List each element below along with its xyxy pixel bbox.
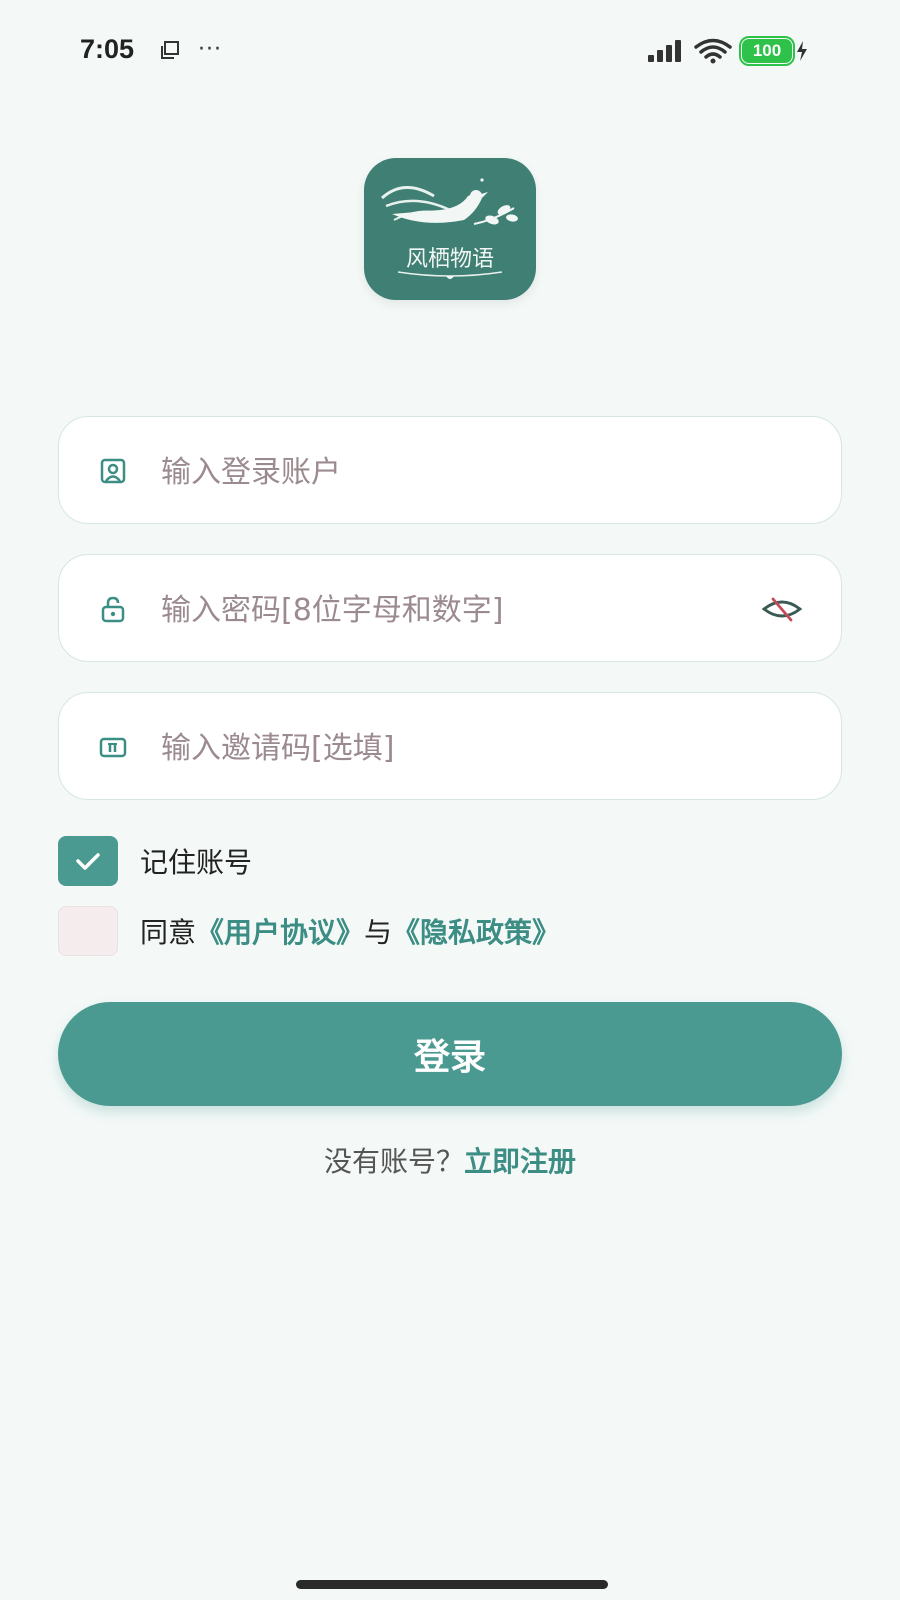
status-indicators: 100	[646, 36, 808, 66]
privacy-policy-link[interactable]: 《隐私政策》	[392, 916, 560, 949]
agreement-text: 同意《用户协议》与《隐私政策》	[140, 911, 560, 951]
agreement-prefix: 同意	[140, 916, 197, 949]
password-input[interactable]	[159, 577, 723, 643]
remember-checkbox[interactable]	[58, 836, 118, 886]
home-indicator[interactable]	[296, 1580, 608, 1589]
account-field[interactable]	[58, 416, 842, 524]
remember-label: 记住账号	[140, 846, 253, 879]
agreement-checkbox[interactable]	[58, 906, 118, 956]
user-agreement-link[interactable]: 《用户协议》	[196, 916, 364, 949]
agreement-conjunction: 与	[364, 916, 393, 949]
more-dots-icon: ···	[198, 37, 222, 62]
ticket-icon	[99, 737, 127, 758]
battery-indicator: 100	[739, 36, 808, 66]
register-link[interactable]: 立即注册	[464, 1145, 576, 1178]
remember-row[interactable]: 记住账号	[58, 836, 252, 886]
agreement-row[interactable]: 同意《用户协议》与《隐私政策》	[58, 906, 560, 956]
lock-icon	[101, 596, 125, 623]
invite-field[interactable]	[58, 692, 842, 800]
bird-logo-icon: 风栖物语	[380, 178, 518, 279]
register-row: 没有账号？立即注册	[0, 1140, 900, 1180]
register-prompt: 没有账号？	[323, 1145, 464, 1178]
eye-hidden-icon[interactable]	[761, 593, 803, 625]
signal-icon	[648, 40, 681, 62]
status-bar: 7:05 ··· 100	[0, 0, 900, 100]
password-field[interactable]	[58, 554, 842, 662]
screen-copy-icon	[161, 41, 179, 59]
app-logo: 风栖物语	[364, 158, 536, 300]
battery-level: 100	[739, 36, 795, 66]
checkmark-icon	[76, 853, 100, 870]
user-card-icon	[100, 458, 126, 484]
logo-title: 风栖物语	[406, 247, 494, 272]
status-time: 7:05	[80, 34, 135, 64]
login-button[interactable]: 登录	[58, 1002, 842, 1106]
charging-bolt-icon	[797, 41, 807, 61]
wifi-icon	[694, 38, 732, 64]
invite-input[interactable]	[159, 715, 723, 781]
account-input[interactable]	[159, 439, 723, 505]
